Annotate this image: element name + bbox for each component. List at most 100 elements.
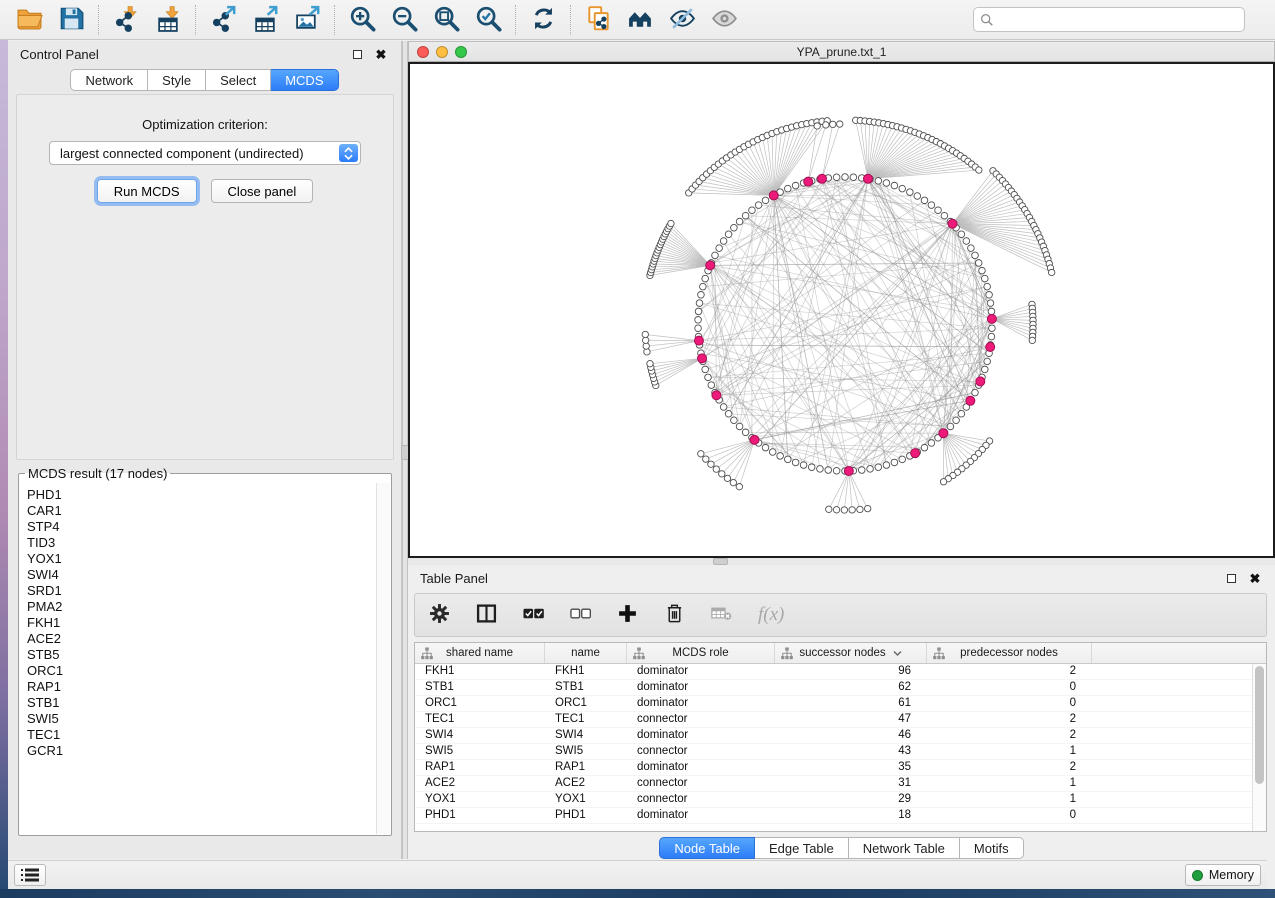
table-row[interactable]: TEC1TEC1connector472	[415, 712, 1266, 728]
network-node[interactable]	[921, 197, 928, 204]
table-panel-close-button[interactable]: ✖	[1247, 570, 1263, 586]
network-node[interactable]	[833, 467, 840, 474]
network-node[interactable]	[777, 453, 784, 460]
network-node[interactable]	[837, 121, 843, 127]
search-input[interactable]	[999, 13, 1238, 27]
mcds-result-item[interactable]: STB5	[27, 647, 375, 663]
mcds-node[interactable]	[706, 261, 715, 270]
export-image-button[interactable]	[286, 3, 328, 37]
network-node[interactable]	[947, 423, 954, 430]
refresh-layout-button[interactable]	[522, 3, 564, 37]
network-node[interactable]	[808, 464, 815, 471]
network-node[interactable]	[762, 444, 769, 451]
mcds-list-scrollbar[interactable]	[376, 483, 390, 834]
mcds-result-item[interactable]: PHD1	[27, 487, 375, 503]
import-network-button[interactable]	[105, 3, 147, 37]
network-node[interactable]	[755, 202, 762, 209]
network-node[interactable]	[698, 451, 704, 457]
network-node[interactable]	[830, 121, 836, 127]
network-node[interactable]	[976, 167, 982, 173]
network-node[interactable]	[833, 507, 839, 513]
network-node[interactable]	[702, 366, 709, 373]
network-node[interactable]	[988, 333, 995, 340]
table-scrollbar-thumb[interactable]	[1255, 666, 1264, 784]
network-node[interactable]	[841, 507, 847, 513]
mcds-result-item[interactable]: SRD1	[27, 583, 375, 599]
tab-style[interactable]: Style	[148, 69, 206, 91]
save-session-button[interactable]	[50, 3, 92, 37]
network-node[interactable]	[731, 417, 738, 424]
network-node[interactable]	[867, 466, 874, 473]
network-node[interactable]	[784, 456, 791, 463]
mcds-result-item[interactable]: RAP1	[27, 679, 375, 695]
network-node[interactable]	[736, 484, 742, 490]
network-node[interactable]	[720, 238, 727, 245]
network-node[interactable]	[769, 449, 776, 456]
mcds-result-item[interactable]: ORC1	[27, 663, 375, 679]
network-canvas[interactable]	[408, 62, 1275, 558]
network-node[interactable]	[972, 252, 979, 259]
network-node[interactable]	[700, 283, 707, 290]
mcds-result-item[interactable]: PMA2	[27, 599, 375, 615]
zoom-fit-button[interactable]	[425, 3, 467, 37]
add-column-button[interactable]	[617, 602, 638, 628]
mcds-node[interactable]	[750, 435, 759, 444]
network-node[interactable]	[986, 292, 993, 299]
network-node[interactable]	[984, 283, 991, 290]
mcds-node[interactable]	[966, 396, 975, 405]
network-node[interactable]	[792, 182, 799, 189]
mcds-result-item[interactable]: STB1	[27, 695, 375, 711]
table-row[interactable]: ACE2ACE2connector311	[415, 776, 1266, 792]
network-node[interactable]	[921, 444, 928, 451]
hide-selected-button[interactable]	[661, 3, 703, 37]
network-node[interactable]	[668, 220, 674, 226]
network-node[interactable]	[702, 275, 709, 282]
network-node[interactable]	[979, 267, 986, 274]
control-panel-float-button[interactable]	[349, 46, 365, 62]
column-header-name[interactable]: name	[545, 643, 627, 663]
network-node[interactable]	[1029, 337, 1035, 343]
mcds-result-item[interactable]: STP4	[27, 519, 375, 535]
network-node[interactable]	[742, 212, 749, 219]
mcds-result-item[interactable]: GCR1	[27, 743, 375, 759]
network-node[interactable]	[825, 467, 832, 474]
mcds-node[interactable]	[911, 449, 920, 458]
network-node[interactable]	[858, 467, 865, 474]
mcds-result-item[interactable]: ACE2	[27, 631, 375, 647]
network-node[interactable]	[907, 189, 914, 196]
network-node[interactable]	[883, 462, 890, 469]
network-node[interactable]	[725, 410, 732, 417]
zoom-out-button[interactable]	[383, 3, 425, 37]
mcds-node[interactable]	[939, 429, 948, 438]
network-node[interactable]	[875, 178, 882, 185]
network-node[interactable]	[784, 185, 791, 192]
tab-select[interactable]: Select	[206, 69, 271, 91]
table-row[interactable]: PHD1PHD1dominator180	[415, 808, 1266, 824]
network-node[interactable]	[826, 506, 832, 512]
mcds-node[interactable]	[818, 174, 827, 183]
table-tab-node-table[interactable]: Node Table	[659, 837, 755, 859]
column-header-shared-name[interactable]: shared name	[415, 643, 545, 663]
network-node[interactable]	[953, 417, 960, 424]
network-node[interactable]	[857, 506, 863, 512]
column-header-predecessor-nodes[interactable]: predecessor nodes	[927, 643, 1092, 663]
show-all-button[interactable]	[703, 3, 745, 37]
network-node[interactable]	[695, 317, 702, 324]
network-node[interactable]	[972, 389, 979, 396]
zoom-in-button[interactable]	[341, 3, 383, 37]
network-node[interactable]	[736, 423, 743, 430]
mcds-node[interactable]	[844, 466, 853, 475]
network-node[interactable]	[899, 456, 906, 463]
network-node[interactable]	[849, 507, 855, 513]
select-all-button[interactable]	[523, 602, 544, 628]
network-node[interactable]	[941, 212, 948, 219]
settings-button[interactable]	[429, 602, 450, 628]
network-node[interactable]	[703, 456, 709, 462]
network-node[interactable]	[696, 300, 703, 307]
network-node[interactable]	[712, 252, 719, 259]
network-node[interactable]	[705, 374, 712, 381]
column-header-mcds-role[interactable]: MCDS role	[627, 643, 775, 663]
network-node[interactable]	[698, 292, 705, 299]
export-network-button[interactable]	[202, 3, 244, 37]
network-node[interactable]	[647, 360, 653, 366]
